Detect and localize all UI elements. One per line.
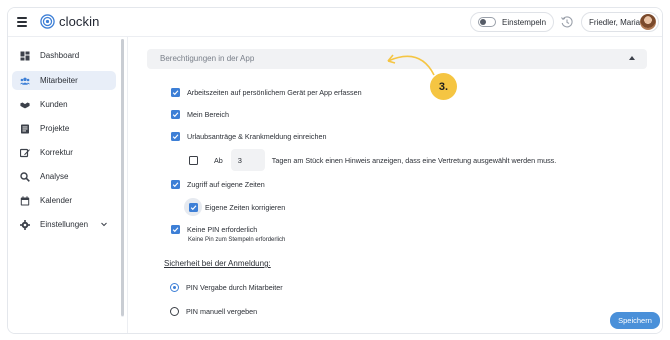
user-menu[interactable]: Friedler, Maria — [581, 12, 659, 32]
toggle-switch[interactable] — [478, 17, 496, 27]
radio-button[interactable] — [170, 307, 179, 316]
sidebar-item-label: Projekte — [40, 124, 70, 133]
sidebar-item-mitarbeiter[interactable]: Mitarbeiter — [12, 71, 116, 90]
option-label: Mein Bereich — [187, 110, 229, 119]
radio-pin-mitarbeiter[interactable]: PIN Vergabe durch Mitarbeiter — [170, 283, 283, 292]
sidebar-item-label: Einstellungen — [40, 220, 89, 229]
history-icon[interactable] — [560, 15, 574, 29]
radio-label: PIN Vergabe durch Mitarbeiter — [186, 283, 283, 292]
sidebar-item-label: Kalender — [40, 196, 73, 205]
option-label: Eigene Zeiten korrigieren — [205, 202, 286, 212]
option-zeiten-korrigieren[interactable]: Eigene Zeiten korrigieren — [184, 198, 285, 216]
checkbox-focus-ring — [184, 198, 202, 216]
sidebar-item-projekte[interactable]: Projekte — [12, 119, 116, 138]
sidebar-item-kalender[interactable]: Kalender — [12, 191, 116, 210]
days-prefix: Ab — [214, 155, 223, 165]
option-sublabel: Keine Pin zum Stempeln erforderlich — [188, 237, 286, 243]
sidebar-item-analyse[interactable]: Analyse — [12, 167, 116, 186]
sidebar-scrollbar[interactable] — [121, 39, 124, 316]
option-mein-bereich[interactable]: Mein Bereich — [171, 110, 229, 119]
logo-icon — [40, 14, 55, 29]
sidebar-item-label: Mitarbeiter — [40, 76, 78, 85]
divider — [127, 37, 128, 333]
checkbox[interactable] — [188, 202, 198, 212]
search-icon — [20, 171, 30, 182]
radio-button[interactable] — [170, 283, 179, 292]
menu-icon[interactable] — [17, 17, 27, 27]
option-keine-pin-hint: Keine Pin zum Stempeln erforderlich — [188, 237, 285, 243]
radio-label: PIN manuell vergeben — [186, 307, 258, 316]
option-eigene-zeiten[interactable]: Zugriff auf eigene Zeiten — [171, 180, 265, 189]
option-urlaub[interactable]: Urlaubsanträge & Krankmeldung einreichen — [171, 132, 326, 141]
security-heading: Sicherheit bei der Anmeldung: — [164, 259, 271, 268]
checkbox[interactable] — [171, 88, 180, 97]
clock-in-toggle[interactable]: Einstempeln — [470, 12, 554, 32]
folder-icon — [20, 124, 30, 134]
option-label: Zugriff auf eigene Zeiten — [187, 180, 265, 189]
section-title: Berechtigungen in der App — [160, 54, 255, 63]
sidebar: Dashboard Mitarbeiter Kunden Projekte Ko… — [8, 37, 125, 333]
option-label: Urlaubsanträge & Krankmeldung einreichen — [187, 132, 327, 141]
radio-pin-manuell[interactable]: PIN manuell vergeben — [170, 307, 257, 316]
dashboard-icon — [20, 51, 30, 61]
option-vertretung-hinweis[interactable]: Ab 3 Tagen am Stück einen Hinweis anzeig… — [189, 149, 556, 171]
option-label: Arbeitszeiten auf persönlichem Gerät per… — [187, 88, 362, 97]
sidebar-item-einstellungen[interactable]: Einstellungen — [12, 215, 116, 234]
top-bar: clockin Einstempeln Friedler, Maria — [8, 8, 662, 37]
option-keine-pin[interactable]: Keine PIN erforderlich — [171, 225, 257, 234]
app-name: clockin — [59, 14, 100, 29]
checkbox[interactable] — [171, 132, 180, 141]
save-button[interactable]: Speichern — [610, 312, 660, 329]
gear-icon — [20, 219, 30, 230]
collapse-caret-icon[interactable] — [629, 56, 635, 60]
clock-in-label: Einstempeln — [502, 17, 547, 27]
calendar-icon — [20, 195, 30, 206]
step-badge: 3. — [430, 73, 457, 100]
sidebar-item-label: Kunden — [40, 100, 68, 109]
option-arbeitszeiten[interactable]: Arbeitszeiten auf persönlichem Gerät per… — [171, 88, 362, 97]
checkbox[interactable] — [171, 180, 180, 189]
sidebar-item-korrektur[interactable]: Korrektur — [12, 143, 116, 162]
checkbox[interactable] — [171, 110, 180, 119]
avatar — [640, 14, 656, 30]
checkbox[interactable] — [189, 155, 198, 165]
people-icon — [20, 76, 30, 86]
chevron-down-icon[interactable] — [100, 220, 108, 228]
option-label: Keine PIN erforderlich — [187, 225, 258, 234]
sidebar-item-kunden[interactable]: Kunden — [12, 95, 116, 114]
edit-icon — [20, 148, 30, 158]
days-suffix: Tagen am Stück einen Hinweis anzeigen, d… — [271, 155, 557, 165]
sidebar-item-label: Korrektur — [40, 148, 73, 157]
days-input[interactable]: 3 — [230, 149, 265, 171]
user-name: Friedler, Maria — [589, 17, 641, 27]
checkbox[interactable] — [171, 225, 180, 234]
sidebar-item-dashboard[interactable]: Dashboard — [12, 46, 116, 65]
handshake-icon — [20, 100, 30, 110]
app-window: clockin Einstempeln Friedler, Maria Dash… — [7, 7, 663, 334]
sidebar-item-label: Analyse — [40, 172, 69, 181]
app-logo[interactable]: clockin — [40, 14, 99, 29]
sidebar-item-label: Dashboard — [40, 51, 80, 60]
